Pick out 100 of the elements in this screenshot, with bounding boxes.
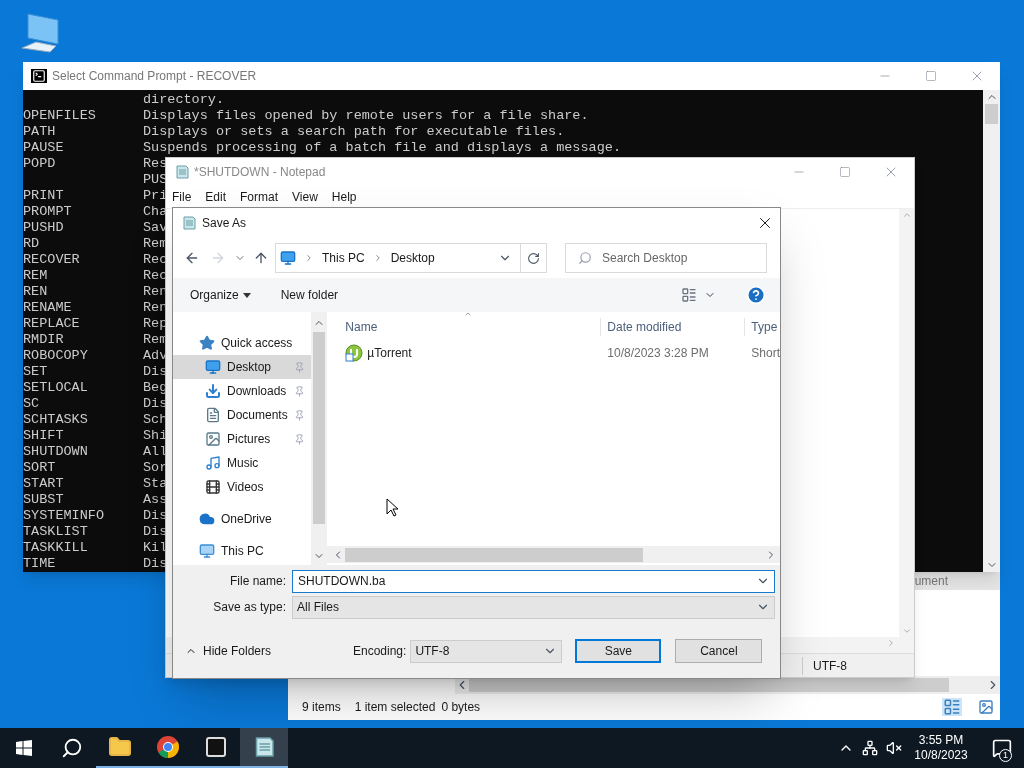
download-icon bbox=[205, 383, 221, 399]
horizontal-scrollbar[interactable] bbox=[327, 546, 780, 563]
nav-item[interactable]: Quick access bbox=[173, 331, 312, 355]
column-header[interactable]: Date modified bbox=[601, 318, 746, 336]
command-description: Displays files opened by remote users for a file share. bbox=[143, 108, 589, 124]
search-field[interactable]: Search Desktop bbox=[565, 243, 767, 273]
address-bar[interactable]: This PC Desktop bbox=[275, 243, 547, 273]
command-name: TASKKILL bbox=[23, 540, 89, 556]
file-type: Short bbox=[750, 345, 780, 362]
monitor-icon bbox=[199, 543, 215, 559]
separator-icon bbox=[304, 253, 314, 263]
search-icon[interactable] bbox=[61, 737, 83, 759]
file-name: µTorrent bbox=[367, 345, 412, 362]
command-name: RMDIR bbox=[23, 332, 65, 348]
document-icon bbox=[205, 407, 221, 423]
command-name: SUBST bbox=[23, 492, 65, 508]
network-icon[interactable] bbox=[862, 740, 878, 756]
new-folder-button[interactable]: New folder bbox=[280, 286, 339, 304]
command-description: Suspends processing of a batch file and displays a message. bbox=[143, 140, 621, 156]
command-name: RENAME bbox=[23, 300, 73, 316]
command-description: Sor bbox=[143, 460, 168, 476]
selection-size: 0 bytes bbox=[441, 699, 481, 716]
command-name: SYSTEMINFO bbox=[23, 508, 105, 524]
star-icon bbox=[199, 335, 215, 351]
command-description: Shi bbox=[143, 428, 168, 444]
nav-item[interactable]: This PC bbox=[173, 539, 312, 563]
command-description: directory. bbox=[143, 92, 224, 108]
nav-item[interactable]: OneDrive bbox=[173, 507, 312, 531]
column-header[interactable]: Name bbox=[327, 318, 602, 336]
command-name: SCHTASKS bbox=[23, 412, 89, 428]
shortcut-icon bbox=[345, 344, 364, 362]
menu-item[interactable]: Edit bbox=[205, 188, 227, 206]
menu-item[interactable]: File bbox=[172, 188, 192, 206]
vertical-scrollbar[interactable] bbox=[311, 312, 328, 565]
notepad-icon bbox=[181, 215, 197, 231]
browser-icon bbox=[156, 735, 180, 759]
mouse-pointer-icon bbox=[386, 498, 399, 517]
help-icon[interactable] bbox=[746, 285, 766, 305]
command-description: Kil bbox=[143, 540, 168, 556]
hide-folders-button[interactable]: Hide Folders bbox=[173, 642, 353, 660]
command-name: SET bbox=[23, 364, 49, 380]
nav-item[interactable]: Desktop bbox=[173, 355, 312, 379]
file-row[interactable]: µTorrent 10/8/2023 3:28 PM Short bbox=[327, 340, 780, 366]
scrollbar-thumb[interactable] bbox=[313, 332, 326, 524]
caret-icon bbox=[242, 292, 251, 298]
cancel-button[interactable]: Cancel bbox=[675, 639, 763, 663]
nav-item[interactable]: Videos bbox=[173, 475, 312, 499]
selection-count: 1 item selected bbox=[354, 699, 436, 716]
breadcrumb-item[interactable]: Desktop bbox=[390, 249, 435, 267]
menu-item[interactable]: Help bbox=[331, 188, 357, 206]
file-date: 10/8/2023 3:28 PM bbox=[606, 345, 710, 362]
nav-item[interactable]: Music bbox=[173, 451, 312, 475]
dialog-title: Save As bbox=[202, 215, 248, 232]
clock-time[interactable]: 3:55 PM bbox=[918, 733, 964, 748]
encoding-status: UTF-8 bbox=[802, 656, 914, 675]
details-view-icon[interactable] bbox=[942, 698, 962, 716]
command-name: TIME bbox=[23, 556, 57, 572]
nav-item[interactable]: Pictures bbox=[173, 427, 312, 451]
scrollbar-thumb[interactable] bbox=[345, 547, 644, 562]
large-icons-view-icon[interactable] bbox=[976, 699, 996, 715]
terminal-icon bbox=[31, 69, 47, 83]
command-name: SHIFT bbox=[23, 428, 65, 444]
monitor-icon bbox=[280, 250, 296, 266]
organize-button[interactable]: Organize bbox=[190, 286, 251, 304]
file-name-field[interactable]: SHUTDOWN.ba bbox=[292, 569, 775, 593]
menu-item[interactable]: View bbox=[292, 188, 318, 206]
field-label: Save as type: bbox=[212, 599, 287, 616]
picture-icon bbox=[205, 431, 221, 447]
menu-item[interactable]: Format bbox=[240, 188, 279, 206]
scrollbar-thumb[interactable] bbox=[985, 104, 998, 124]
taskbar-app[interactable] bbox=[240, 728, 288, 768]
command-description: Res bbox=[143, 156, 168, 172]
muted-speaker-icon[interactable] bbox=[886, 740, 902, 756]
command-name: SHUTDOWN bbox=[23, 444, 89, 460]
column-header[interactable]: Type bbox=[745, 318, 778, 336]
save-type-select[interactable]: All Files bbox=[292, 595, 775, 619]
clock-date[interactable]: 10/8/2023 bbox=[914, 748, 968, 763]
notification-button[interactable]: 1 bbox=[980, 728, 1024, 768]
refresh-icon[interactable] bbox=[527, 251, 540, 265]
music-note-icon bbox=[205, 455, 221, 471]
command-name: REN bbox=[23, 284, 49, 300]
command-name: TASKLIST bbox=[23, 524, 89, 540]
command-name: SC bbox=[23, 396, 41, 412]
column-header[interactable]: ument bbox=[914, 572, 948, 590]
vertical-scrollbar[interactable] bbox=[899, 209, 914, 637]
save-button[interactable]: Save bbox=[575, 639, 662, 663]
field-label: Encoding: bbox=[353, 643, 408, 660]
start-button[interactable] bbox=[16, 740, 32, 756]
view-options-icon[interactable] bbox=[680, 287, 698, 303]
command-name: PUSHD bbox=[23, 220, 65, 236]
command-description: Displays or sets a search path for executable files. bbox=[143, 124, 565, 140]
command-name: SETLOCAL bbox=[23, 380, 89, 396]
scrollbar-thumb[interactable] bbox=[469, 678, 949, 692]
breadcrumb-item[interactable]: This PC bbox=[322, 249, 365, 267]
nav-item[interactable]: Downloads bbox=[173, 379, 312, 403]
window-title: Select Command Prompt - RECOVER bbox=[52, 68, 258, 85]
command-name: REPLACE bbox=[23, 316, 81, 332]
vertical-scrollbar[interactable] bbox=[983, 90, 1000, 572]
encoding-select[interactable]: UTF-8 bbox=[410, 639, 563, 663]
nav-item[interactable]: Documents bbox=[173, 403, 312, 427]
